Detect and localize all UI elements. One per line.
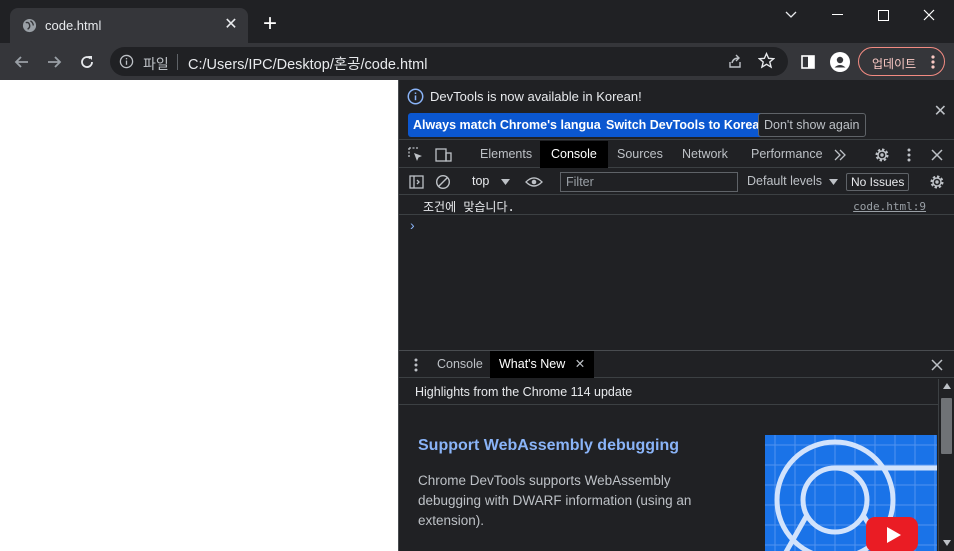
dont-show-again-button[interactable]: Don't show again xyxy=(758,113,866,137)
context-selector[interactable]: top xyxy=(472,174,510,188)
tab-close-icon[interactable]: ✕ xyxy=(222,16,240,34)
devtools-panel: DevTools is now available in Korean! ✕ A… xyxy=(398,80,954,551)
scroll-down-arrow-icon[interactable] xyxy=(943,540,951,546)
tab-title: code.html xyxy=(45,18,102,33)
tab-search-icon[interactable] xyxy=(768,0,814,30)
console-toolbar: top Default levels No Issues xyxy=(399,169,954,195)
address-bar[interactable]: 파일 C:/Users/IPC/Desktop/혼공/code.html xyxy=(110,47,788,76)
devtools-menu-icon[interactable] xyxy=(900,146,918,164)
devtools-tabbar: Elements Console Sources Network Perform… xyxy=(399,141,954,168)
drawer-tabbar: Console What's New ✕ xyxy=(399,351,954,378)
whats-new-body: Chrome DevTools supports WebAssembly deb… xyxy=(418,473,692,528)
console-settings-gear-icon[interactable] xyxy=(928,173,946,191)
back-icon[interactable] xyxy=(8,48,36,76)
live-expression-eye-icon[interactable] xyxy=(525,173,543,191)
console-sidebar-icon[interactable] xyxy=(407,173,425,191)
close-window-icon[interactable] xyxy=(906,0,952,30)
drawer-tab-whats-new[interactable]: What's New ✕ xyxy=(490,351,595,378)
log-levels-dropdown[interactable]: Default levels xyxy=(747,174,838,188)
console-filter-input[interactable] xyxy=(560,172,738,192)
devtools-drawer: Console What's New ✕ Highlights from the… xyxy=(399,350,954,551)
settings-gear-icon[interactable] xyxy=(873,146,891,164)
tab-sources[interactable]: Sources xyxy=(606,141,674,168)
drawer-scrollbar[interactable] xyxy=(938,379,954,551)
log-levels-label: Default levels xyxy=(747,174,823,188)
page-viewport[interactable] xyxy=(0,80,398,551)
more-tabs-chevron-icon[interactable] xyxy=(831,146,849,164)
scroll-up-arrow-icon[interactable] xyxy=(943,383,951,389)
whats-new-heading-link[interactable]: Support WebAssembly debugging xyxy=(418,437,679,455)
language-infobar: DevTools is now available in Korean! ✕ A… xyxy=(399,80,954,140)
dropdown-arrow-icon xyxy=(500,179,510,185)
context-value: top xyxy=(472,174,490,188)
tab-performance[interactable]: Performance xyxy=(740,141,834,168)
always-match-language-button[interactable]: Always match Chrome's language xyxy=(408,113,621,137)
minimize-icon[interactable] xyxy=(814,0,860,30)
info-icon xyxy=(407,88,424,105)
share-icon[interactable] xyxy=(727,53,743,69)
console-log-message: 조건에 맞습니다. xyxy=(423,200,515,214)
devtools-close-icon[interactable] xyxy=(928,146,946,164)
drawer-tab-whats-new-label: What's New xyxy=(499,357,566,371)
infobar-close-icon[interactable]: ✕ xyxy=(934,101,947,121)
console-log-source-link[interactable]: code.html:9 xyxy=(853,200,926,213)
highlights-header: Highlights from the Chrome 114 update xyxy=(399,379,938,405)
dropdown-arrow-icon xyxy=(828,179,838,185)
maximize-icon[interactable] xyxy=(860,0,906,30)
more-vert-icon xyxy=(931,55,935,69)
console-log-row: 조건에 맞습니다. code.html:9 xyxy=(399,195,954,215)
highlights-text: Highlights from the Chrome 114 update xyxy=(415,385,633,399)
update-button[interactable]: 업데이트 xyxy=(858,47,945,76)
drawer-close-icon[interactable] xyxy=(928,356,946,374)
drawer-tab-close-icon[interactable]: ✕ xyxy=(575,357,585,371)
tab-network[interactable]: Network xyxy=(671,141,739,168)
drawer-menu-icon[interactable] xyxy=(407,356,425,374)
tab-elements[interactable]: Elements xyxy=(469,141,543,168)
new-tab-icon[interactable]: + xyxy=(258,12,282,37)
whats-new-video-thumbnail[interactable] xyxy=(765,435,937,551)
side-panel-icon[interactable] xyxy=(794,48,822,76)
site-info-icon[interactable] xyxy=(119,54,134,69)
tab-strip: code.html ✕ + xyxy=(0,0,954,43)
forward-icon[interactable] xyxy=(40,48,68,76)
tab-console[interactable]: Console xyxy=(540,141,608,168)
drawer-tab-console[interactable]: Console xyxy=(428,351,492,378)
chrome-logo-pattern-icon xyxy=(765,435,937,551)
switch-to-korean-button[interactable]: Switch DevTools to Korean xyxy=(601,113,772,137)
reload-icon[interactable] xyxy=(73,48,101,76)
scrollbar-thumb[interactable] xyxy=(941,398,952,454)
update-button-label: 업데이트 xyxy=(872,57,917,71)
globe-icon xyxy=(22,18,37,33)
issues-button[interactable]: No Issues xyxy=(846,173,910,191)
bookmark-star-icon[interactable] xyxy=(758,52,775,69)
inspect-element-icon[interactable] xyxy=(407,146,425,164)
browser-toolbar: 파일 C:/Users/IPC/Desktop/혼공/code.html 업데이… xyxy=(0,43,954,80)
url-text[interactable]: C:/Users/IPC/Desktop/혼공/code.html xyxy=(188,53,427,74)
scheme-label: 파일 xyxy=(143,56,169,72)
profile-avatar-icon[interactable] xyxy=(826,48,854,76)
clear-console-icon[interactable] xyxy=(434,173,452,191)
device-toolbar-icon[interactable] xyxy=(434,146,452,164)
browser-tab[interactable]: code.html ✕ xyxy=(10,8,248,43)
console-prompt-chevron-icon[interactable]: › xyxy=(410,217,415,233)
infobar-message: DevTools is now available in Korean! xyxy=(430,89,642,104)
omnibox-separator xyxy=(177,54,178,70)
